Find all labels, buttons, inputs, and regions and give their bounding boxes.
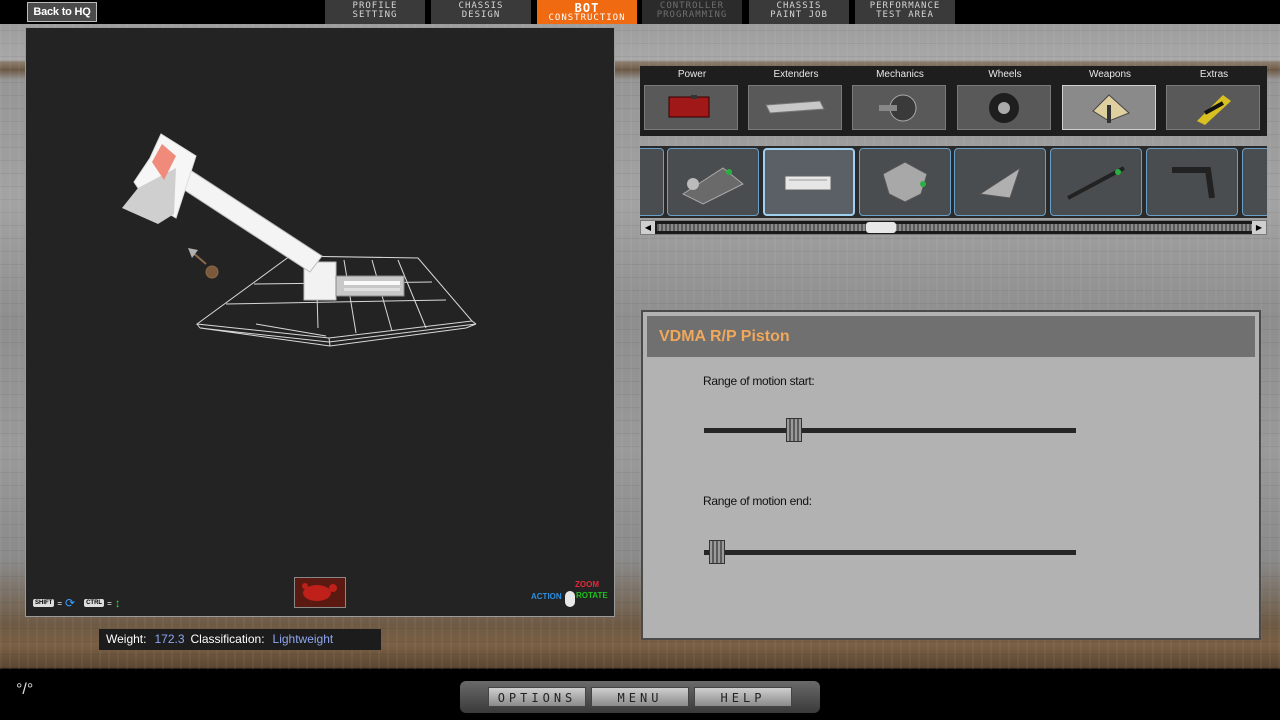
splatter-icon	[302, 583, 337, 601]
tab-label-2: PAINT JOB	[770, 10, 828, 20]
piston-settings-panel: VDMA R/P Piston Range of motion start: R…	[641, 310, 1261, 640]
loading-indicator-icon: °/°	[16, 681, 34, 698]
part-categories: Power Extenders Mechanics Wheels Weapons	[640, 66, 1267, 136]
equals-glyph: =	[57, 598, 63, 608]
category-wheels[interactable]: Wheels	[953, 66, 1057, 136]
part-item-spear[interactable]	[1050, 148, 1142, 216]
category-power[interactable]: Power	[640, 66, 744, 136]
motion-start-thumb[interactable]	[786, 418, 802, 442]
mouse-icon	[565, 591, 575, 607]
equals-glyph: =	[107, 598, 112, 608]
tab-controller-programming[interactable]: CONTROLLER PROGRAMMING	[642, 0, 742, 24]
motor-icon	[852, 85, 946, 130]
tab-performance-test-area[interactable]: PERFORMANCE TEST AREA	[855, 0, 955, 24]
part-items-carousel	[640, 146, 1267, 218]
vertical-move-icon: ↕	[114, 596, 121, 610]
bot-3d-viewport[interactable]: SHIFT = ⟳ CTRL = ↕ ZOOM ACTION ROTATE	[25, 27, 615, 617]
part-title: VDMA R/P Piston	[659, 328, 790, 345]
piston-icon	[784, 175, 832, 191]
weight-classification-bar: Weight: 172.3 Classification: Lightweight	[99, 629, 381, 650]
battery-icon	[644, 85, 738, 130]
motion-end-thumb[interactable]	[709, 540, 725, 564]
back-to-hq-button[interactable]: Back to HQ	[27, 2, 97, 22]
wheel-icon	[957, 85, 1051, 130]
category-label: Extras	[1199, 69, 1229, 80]
category-extenders[interactable]: Extenders	[744, 66, 848, 136]
part-item[interactable]	[640, 148, 664, 216]
tab-label-2: DESIGN	[461, 10, 501, 20]
spike-blade-icon	[978, 166, 1021, 199]
bot-model[interactable]	[26, 28, 614, 616]
scroll-left-arrow-icon[interactable]: ◀	[641, 221, 655, 234]
part-item-spike-blade[interactable]	[954, 148, 1046, 216]
extender-bar-icon	[748, 85, 842, 130]
tab-bot-construction[interactable]: BOT CONSTRUCTION	[537, 0, 637, 24]
part-item-weapon-kit[interactable]	[667, 148, 759, 216]
tab-label-2: CONSTRUCTION	[548, 13, 626, 23]
rotate-icon: ⟳	[65, 596, 76, 610]
category-label: Wheels	[988, 69, 1022, 80]
category-mechanics[interactable]: Mechanics	[848, 66, 952, 136]
bot-construction-screen: Back to HQ PROFILE SETTING CHASSIS DESIG…	[0, 0, 1280, 720]
scrollbar-thumb[interactable]	[866, 222, 896, 233]
axe-head-icon	[882, 161, 928, 203]
tab-label-2: PROGRAMMING	[656, 10, 728, 20]
mouse-controls-legend: ZOOM ACTION ROTATE	[531, 579, 616, 611]
category-label: Weapons	[1088, 69, 1132, 80]
spear-icon	[1067, 166, 1125, 200]
category-label: Extenders	[773, 69, 819, 80]
motion-end-slider[interactable]	[704, 540, 1076, 564]
action-label: ACTION	[531, 592, 562, 601]
scroll-right-arrow-icon[interactable]: ▶	[1252, 221, 1266, 234]
tab-chassis-design[interactable]: CHASSIS DESIGN	[431, 0, 531, 24]
ctrl-key-icon: CTRL	[84, 599, 105, 607]
keyboard-hint: SHIFT = ⟳ CTRL = ↕	[33, 596, 121, 610]
part-item-piston[interactable]	[763, 148, 855, 216]
top-bar: Back to HQ PROFILE SETTING CHASSIS DESIG…	[0, 0, 1280, 24]
axe-head	[122, 133, 197, 224]
tab-label-2: SETTING	[352, 10, 398, 20]
part-item[interactable]	[1242, 148, 1267, 216]
axe-handle	[165, 161, 323, 273]
paint-preview-thumbnail[interactable]	[294, 577, 346, 608]
weapon-blade-icon	[1062, 85, 1156, 130]
category-label: Mechanics	[876, 69, 924, 80]
options-button[interactable]: OPTIONS	[488, 687, 586, 707]
weapon-kit-icon	[681, 167, 744, 205]
tab-chassis-paint-job[interactable]: CHASSIS PAINT JOB	[749, 0, 849, 24]
motion-end-label: Range of motion end:	[703, 494, 812, 508]
category-weapons[interactable]: Weapons	[1058, 66, 1162, 136]
weight-value: 172.3	[154, 632, 185, 646]
scrollbar-track[interactable]	[657, 224, 1252, 231]
shift-key-icon: SHIFT	[33, 599, 55, 607]
weight-label: Weight:	[106, 632, 147, 646]
motion-start-slider[interactable]	[704, 418, 1076, 442]
category-label: Power	[677, 69, 707, 80]
panel-header: VDMA R/P Piston	[647, 316, 1255, 357]
help-button[interactable]: HELP	[694, 687, 792, 707]
pivot-gear	[188, 248, 219, 279]
menu-button[interactable]: MENU	[591, 687, 689, 707]
piston-part	[303, 261, 405, 301]
part-item-axe-head[interactable]	[859, 148, 951, 216]
parts-scrollbar[interactable]: ◀ ▶	[640, 220, 1267, 235]
classification-label: Classification:	[190, 632, 265, 646]
part-item-hook-arm[interactable]	[1146, 148, 1238, 216]
tab-profile-setting[interactable]: PROFILE SETTING	[325, 0, 425, 24]
zoom-label: ZOOM	[575, 580, 599, 589]
tab-label-2: TEST AREA	[876, 10, 934, 20]
hook-arm-icon	[1172, 167, 1215, 199]
category-extras[interactable]: Extras	[1162, 66, 1266, 136]
classification-value: Lightweight	[272, 632, 334, 646]
rotate-label: ROTATE	[576, 591, 608, 600]
motion-start-label: Range of motion start:	[703, 374, 815, 388]
hazard-stripe-icon	[1166, 85, 1260, 130]
